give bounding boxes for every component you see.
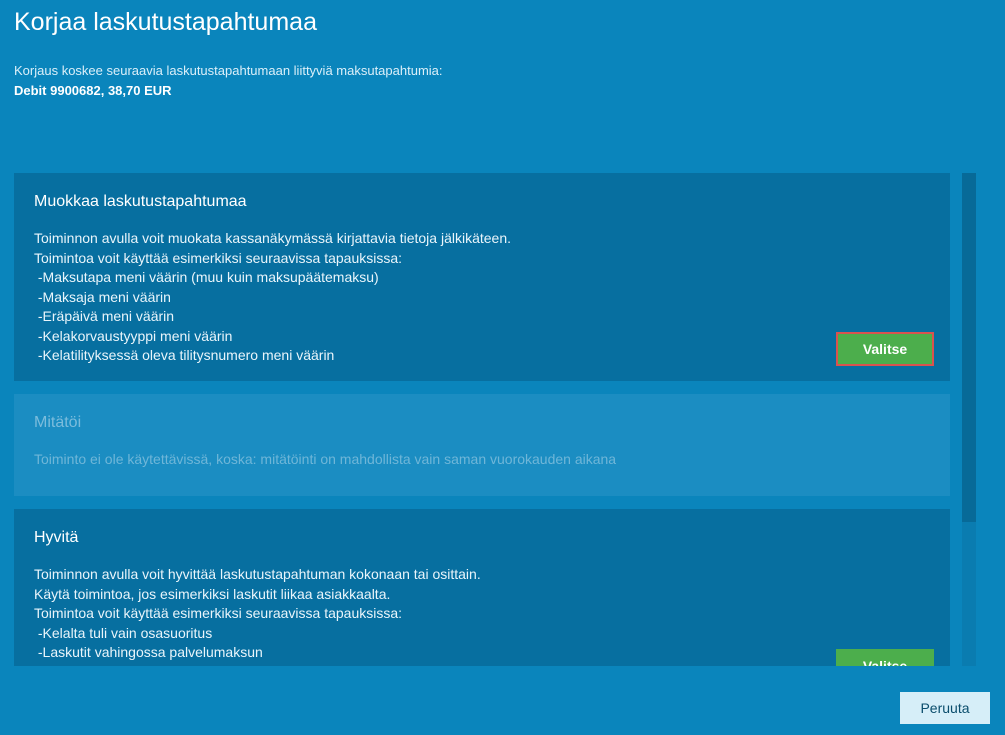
- card-description: Toiminnon avulla voit hyvittää laskutust…: [34, 565, 930, 663]
- page-title: Korjaa laskutustapahtumaa: [14, 8, 317, 36]
- action-list[interactable]: Muokkaa laskutustapahtumaa Toiminnon avu…: [14, 173, 950, 666]
- card-line: -Kelalta tuli vain osasuoritus: [34, 624, 213, 641]
- card-credit: Hyvitä Toiminnon avulla voit hyvittää la…: [14, 509, 950, 666]
- intro: Korjaus koskee seuraavia laskutustapahtu…: [14, 61, 443, 101]
- card-line: -Maksaja meni väärin: [34, 288, 171, 305]
- card-line: -Maksutapa meni väärin (muu kuin maksupä…: [34, 269, 379, 285]
- card-line: Toiminnon avulla voit hyvittää laskutust…: [34, 566, 481, 582]
- scrollbar-thumb[interactable]: [962, 173, 976, 522]
- card-line: -Kelatilityksessä oleva tilitysnumero me…: [34, 347, 335, 363]
- card-line: -Laskutit vahingossa palvelumaksun: [34, 644, 263, 660]
- card-line: -Kelakorvaustyyppi meni väärin: [34, 327, 233, 344]
- card-line: -Eräpäivä meni väärin: [34, 308, 175, 324]
- card-line: Toimintoa voit käyttää esimerkiksi seura…: [34, 605, 403, 621]
- card-title: Mitätöi: [34, 414, 82, 431]
- scrollbar[interactable]: [962, 173, 976, 666]
- debit-summary: Debit 9900682, 38,70 EUR: [14, 83, 172, 98]
- card-description: Toiminto ei ole käytettävissä, koska: mi…: [34, 450, 930, 470]
- card-title: Hyvitä: [34, 529, 79, 546]
- card-void: Mitätöi Toiminto ei ole käytettävissä, k…: [14, 394, 950, 496]
- card-line: Toiminto ei ole käytettävissä, koska: mi…: [34, 451, 617, 467]
- card-line: Käytä toimintoa, jos esimerkiksi laskuti…: [34, 585, 391, 602]
- cancel-button[interactable]: Peruuta: [900, 692, 990, 724]
- edit-choose-button[interactable]: Valitse: [836, 332, 934, 366]
- card-edit: Muokkaa laskutustapahtumaa Toiminnon avu…: [14, 173, 950, 381]
- intro-text: Korjaus koskee seuraavia laskutustapahtu…: [14, 63, 443, 78]
- card-description: Toiminnon avulla voit muokata kassanäkym…: [34, 229, 930, 366]
- card-line: Toimintoa voit käyttää esimerkiksi seura…: [34, 249, 403, 266]
- card-line: Toiminnon avulla voit muokata kassanäkym…: [34, 230, 512, 246]
- card-title: Muokkaa laskutustapahtumaa: [34, 193, 247, 210]
- credit-choose-button[interactable]: Valitse: [836, 649, 934, 666]
